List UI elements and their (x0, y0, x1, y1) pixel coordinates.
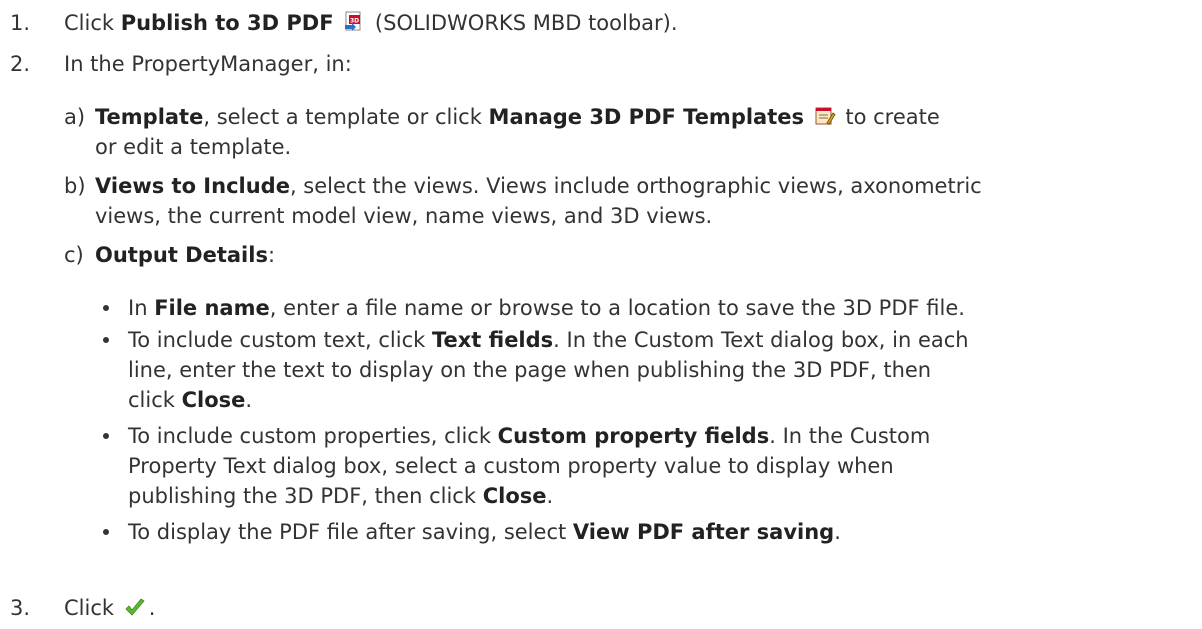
substep-label: b) (64, 174, 86, 198)
bullet-2-line1: To include custom text, click Text field… (128, 325, 969, 355)
step-text: Click (64, 11, 121, 35)
ui-term: Text fields (431, 328, 554, 352)
substep-text: , select the views. Views include orthog… (289, 174, 982, 198)
ui-term: Output Details (95, 243, 268, 267)
bullet-text: In (128, 296, 155, 320)
ui-term: Custom property fields (497, 424, 770, 448)
ui-term: Template (95, 105, 204, 129)
substep-b-line1: Views to Include, select the views. View… (95, 171, 982, 201)
bullet-dot (103, 305, 109, 311)
step-3-text: Click . (64, 593, 155, 626)
checkmark-icon (124, 596, 146, 626)
bullet-text: . (834, 520, 841, 544)
substep-a-line1: Template, select a template or click Man… (95, 102, 940, 135)
step-2-text: In the PropertyManager, in: (64, 52, 352, 76)
bullet-3-line3: publishing the 3D PDF, then click Close. (128, 481, 553, 511)
bullet-3-line1: To include custom properties, click Cust… (128, 421, 930, 451)
bullet-text: . In the Custom Text dialog box, in each (553, 328, 969, 352)
substep-text: : (267, 243, 276, 267)
bullet-2-line3: click Close. (128, 385, 252, 415)
step-number: 3. (10, 596, 31, 620)
step-number: 2. (10, 52, 31, 76)
ui-term: Publish to 3D PDF (120, 11, 334, 35)
step-1-text: Click Publish to 3D PDF 3D (SOLIDWORKS M… (64, 8, 678, 41)
bullet-dot (103, 433, 109, 439)
manage-templates-icon (814, 105, 836, 135)
substep-label: c) (64, 243, 84, 267)
substep-c-line1: Output Details: (95, 240, 275, 270)
ui-term: Views to Include (95, 174, 290, 198)
substep-label: a) (64, 105, 86, 129)
bullet-text: To include custom properties, click (128, 424, 498, 448)
ui-term: Manage 3D PDF Templates (488, 105, 804, 129)
substep-text: to create (838, 105, 940, 129)
bullet-1-text: In File name, enter a file name or brows… (128, 293, 965, 323)
bullet-text: click (128, 388, 182, 412)
step-text: . (148, 596, 156, 620)
step-number: 1. (10, 11, 31, 35)
step-text: Click (64, 596, 121, 620)
substep-a-line2: or edit a template. (95, 135, 292, 159)
bullet-text: To display the PDF file after saving, se… (128, 520, 573, 544)
step-text: (SOLIDWORKS MBD toolbar). (368, 11, 678, 35)
ui-term: View PDF after saving (572, 520, 835, 544)
svg-text:3D: 3D (350, 18, 359, 25)
ui-term: Close (482, 484, 547, 508)
bullet-text: . (245, 388, 253, 412)
bullet-dot (103, 529, 109, 535)
bullet-2-line2: line, enter the text to display on the p… (128, 358, 932, 382)
bullet-text: publishing the 3D PDF, then click (128, 484, 483, 508)
bullet-text: . In the Custom (769, 424, 931, 448)
bullet-dot (103, 337, 109, 343)
substep-text: , select a template or click (203, 105, 489, 129)
bullet-4-text: To display the PDF file after saving, se… (128, 517, 841, 547)
ui-term: Close (181, 388, 246, 412)
bullet-text: To include custom text, click (128, 328, 432, 352)
bullet-text: , enter a file name or browse to a locat… (269, 296, 965, 320)
bullet-3-line2: Property Text dialog box, select a custo… (128, 454, 894, 478)
bullet-text: . (546, 484, 554, 508)
publish-3d-pdf-icon: 3D (343, 11, 365, 41)
ui-term: File name (154, 296, 270, 320)
substep-b-line2: views, the current model view, name view… (95, 204, 713, 228)
